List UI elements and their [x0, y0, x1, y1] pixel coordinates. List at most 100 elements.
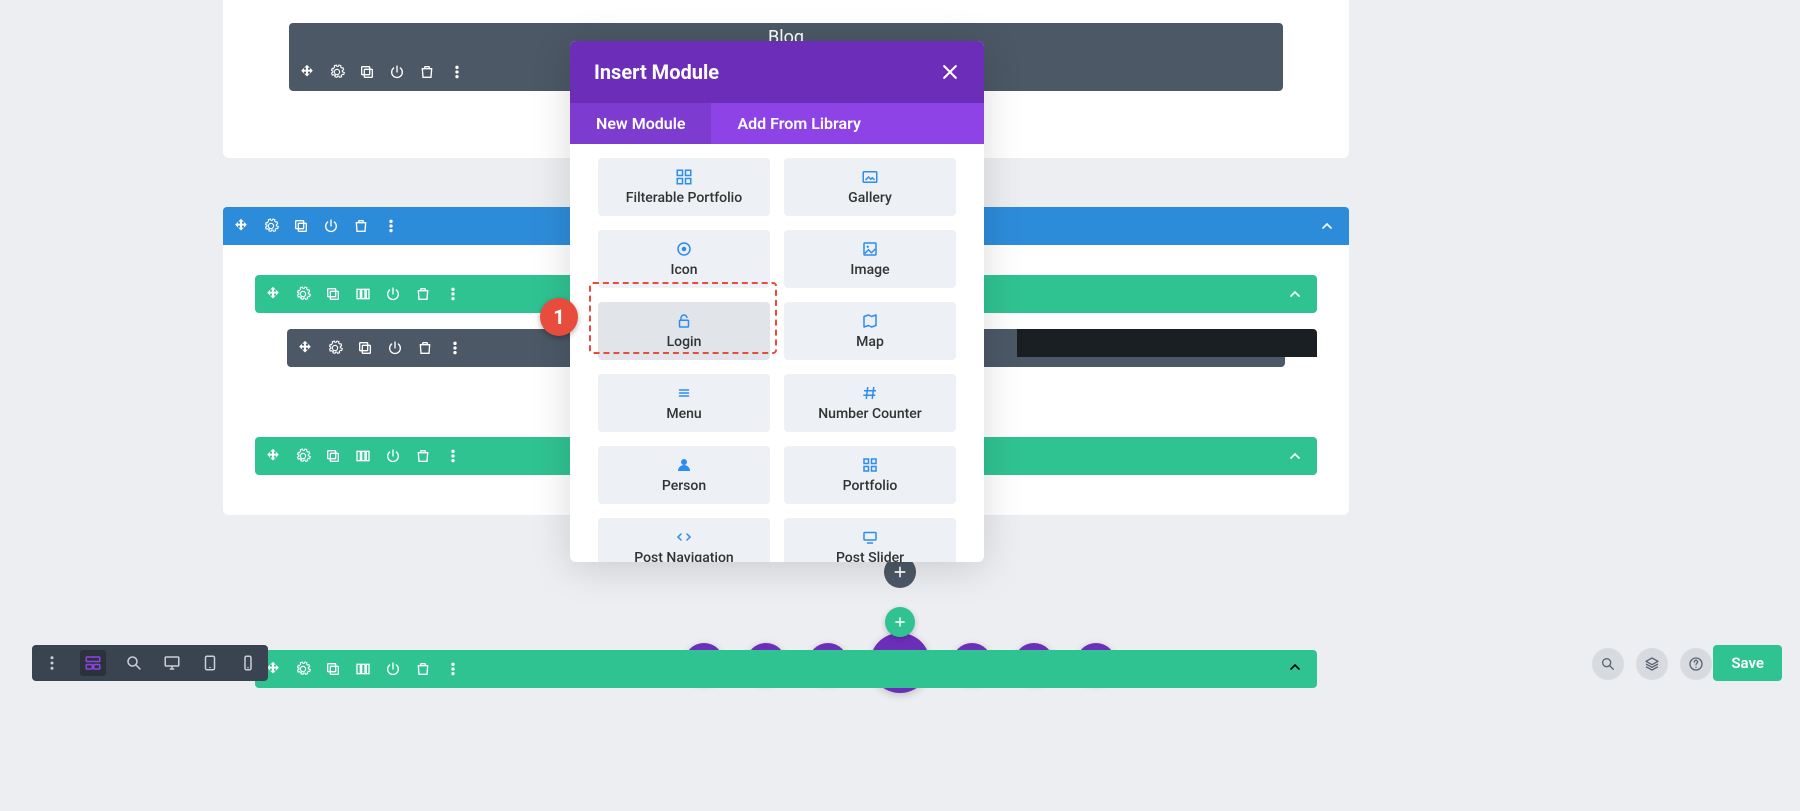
- module-item-label: Filterable Portfolio: [626, 190, 742, 206]
- layers-button[interactable]: [1636, 648, 1668, 680]
- module-item-label: Gallery: [848, 190, 892, 206]
- portfolio-grid-icon: [861, 456, 879, 474]
- module-item-filterable-portfolio[interactable]: Filterable Portfolio: [598, 158, 770, 216]
- more-icon[interactable]: [445, 286, 461, 302]
- gear-icon[interactable]: [263, 218, 279, 234]
- module-item-gallery[interactable]: Gallery: [784, 158, 956, 216]
- wireframe-view-icon[interactable]: [80, 650, 106, 676]
- more-icon[interactable]: [383, 218, 399, 234]
- code-arrows-icon: [675, 528, 693, 546]
- more-icon[interactable]: [445, 661, 461, 677]
- module-item-icon[interactable]: Icon: [598, 230, 770, 288]
- callout-number: 1: [540, 298, 578, 336]
- module-item-label: Post Navigation: [634, 550, 733, 562]
- columns-icon[interactable]: [355, 448, 371, 464]
- module-item-post-slider[interactable]: Post Slider: [784, 518, 956, 562]
- chevron-up-icon[interactable]: [1287, 659, 1303, 679]
- move-icon[interactable]: [299, 64, 315, 80]
- power-icon[interactable]: [385, 448, 401, 464]
- chevron-up-icon[interactable]: [1287, 448, 1303, 468]
- chevron-up-icon[interactable]: [1319, 218, 1335, 238]
- trash-icon[interactable]: [417, 340, 433, 356]
- module-item-login[interactable]: Login: [598, 302, 770, 360]
- duplicate-icon[interactable]: [325, 286, 341, 302]
- duplicate-icon[interactable]: [357, 340, 373, 356]
- duplicate-icon[interactable]: [359, 64, 375, 80]
- phone-view-icon[interactable]: [238, 653, 258, 673]
- power-icon[interactable]: [385, 286, 401, 302]
- target-icon: [675, 240, 693, 258]
- module-item-label: Number Counter: [818, 406, 921, 422]
- module-item-label: Person: [662, 478, 706, 494]
- help-buttons: [1592, 648, 1712, 680]
- zoom-icon[interactable]: [124, 653, 144, 673]
- power-icon[interactable]: [387, 340, 403, 356]
- columns-icon[interactable]: [355, 661, 371, 677]
- slider-icon: [861, 528, 879, 546]
- row-teal-bottom: [255, 650, 1317, 688]
- duplicate-icon[interactable]: [293, 218, 309, 234]
- power-icon[interactable]: [389, 64, 405, 80]
- module-item-label: Icon: [670, 262, 697, 278]
- trash-icon[interactable]: [353, 218, 369, 234]
- insert-module-modal: Insert Module New Module Add From Librar…: [570, 41, 984, 562]
- move-icon[interactable]: [233, 218, 249, 234]
- trash-icon[interactable]: [415, 448, 431, 464]
- help-button[interactable]: [1680, 648, 1712, 680]
- duplicate-icon[interactable]: [325, 661, 341, 677]
- search-button[interactable]: [1592, 648, 1624, 680]
- modal-tabs: New Module Add From Library: [570, 103, 984, 144]
- unlock-icon: [675, 312, 693, 330]
- tablet-view-icon[interactable]: [200, 653, 220, 673]
- chevron-up-icon[interactable]: [1287, 286, 1303, 306]
- modal-header: Insert Module: [570, 41, 984, 103]
- gear-icon[interactable]: [295, 661, 311, 677]
- power-icon[interactable]: [323, 218, 339, 234]
- more-icon[interactable]: [449, 64, 465, 80]
- module-placeholder: [1017, 329, 1317, 357]
- add-section-button[interactable]: [885, 607, 915, 637]
- image-icon: [861, 240, 879, 258]
- gear-icon[interactable]: [295, 448, 311, 464]
- columns-icon[interactable]: [355, 286, 371, 302]
- hash-icon: [861, 384, 879, 402]
- preview-toolbar: [32, 645, 268, 681]
- gear-icon[interactable]: [329, 64, 345, 80]
- grid-filter-icon: [675, 168, 693, 186]
- more-icon[interactable]: [42, 653, 62, 673]
- module-item-person[interactable]: Person: [598, 446, 770, 504]
- module-item-number-counter[interactable]: Number Counter: [784, 374, 956, 432]
- move-icon[interactable]: [297, 340, 313, 356]
- module-item-post-navigation[interactable]: Post Navigation: [598, 518, 770, 562]
- more-icon[interactable]: [445, 448, 461, 464]
- module-item-label: Portfolio: [843, 478, 898, 494]
- module-item-image[interactable]: Image: [784, 230, 956, 288]
- map-icon: [861, 312, 879, 330]
- modal-title: Insert Module: [594, 60, 719, 84]
- tab-new-module[interactable]: New Module: [570, 103, 711, 144]
- gear-icon[interactable]: [295, 286, 311, 302]
- move-icon[interactable]: [265, 448, 281, 464]
- power-icon[interactable]: [385, 661, 401, 677]
- module-item-portfolio[interactable]: Portfolio: [784, 446, 956, 504]
- module-item-menu[interactable]: Menu: [598, 374, 770, 432]
- module-item-label: Map: [856, 334, 884, 350]
- module-item-label: Login: [667, 334, 702, 350]
- module-item-label: Menu: [666, 406, 701, 422]
- gear-icon[interactable]: [327, 340, 343, 356]
- close-icon[interactable]: [940, 62, 960, 82]
- trash-icon[interactable]: [419, 64, 435, 80]
- save-button[interactable]: Save: [1713, 645, 1782, 681]
- trash-icon[interactable]: [415, 286, 431, 302]
- gallery-icon: [861, 168, 879, 186]
- trash-icon[interactable]: [415, 661, 431, 677]
- tab-add-from-library[interactable]: Add From Library: [711, 103, 886, 144]
- desktop-view-icon[interactable]: [162, 653, 182, 673]
- module-item-label: Post Slider: [836, 550, 904, 562]
- duplicate-icon[interactable]: [325, 448, 341, 464]
- module-item-label: Image: [850, 262, 889, 278]
- more-icon[interactable]: [447, 340, 463, 356]
- modal-body: Filterable Portfolio Gallery Icon Image Logi…: [570, 144, 984, 562]
- move-icon[interactable]: [265, 286, 281, 302]
- module-item-map[interactable]: Map: [784, 302, 956, 360]
